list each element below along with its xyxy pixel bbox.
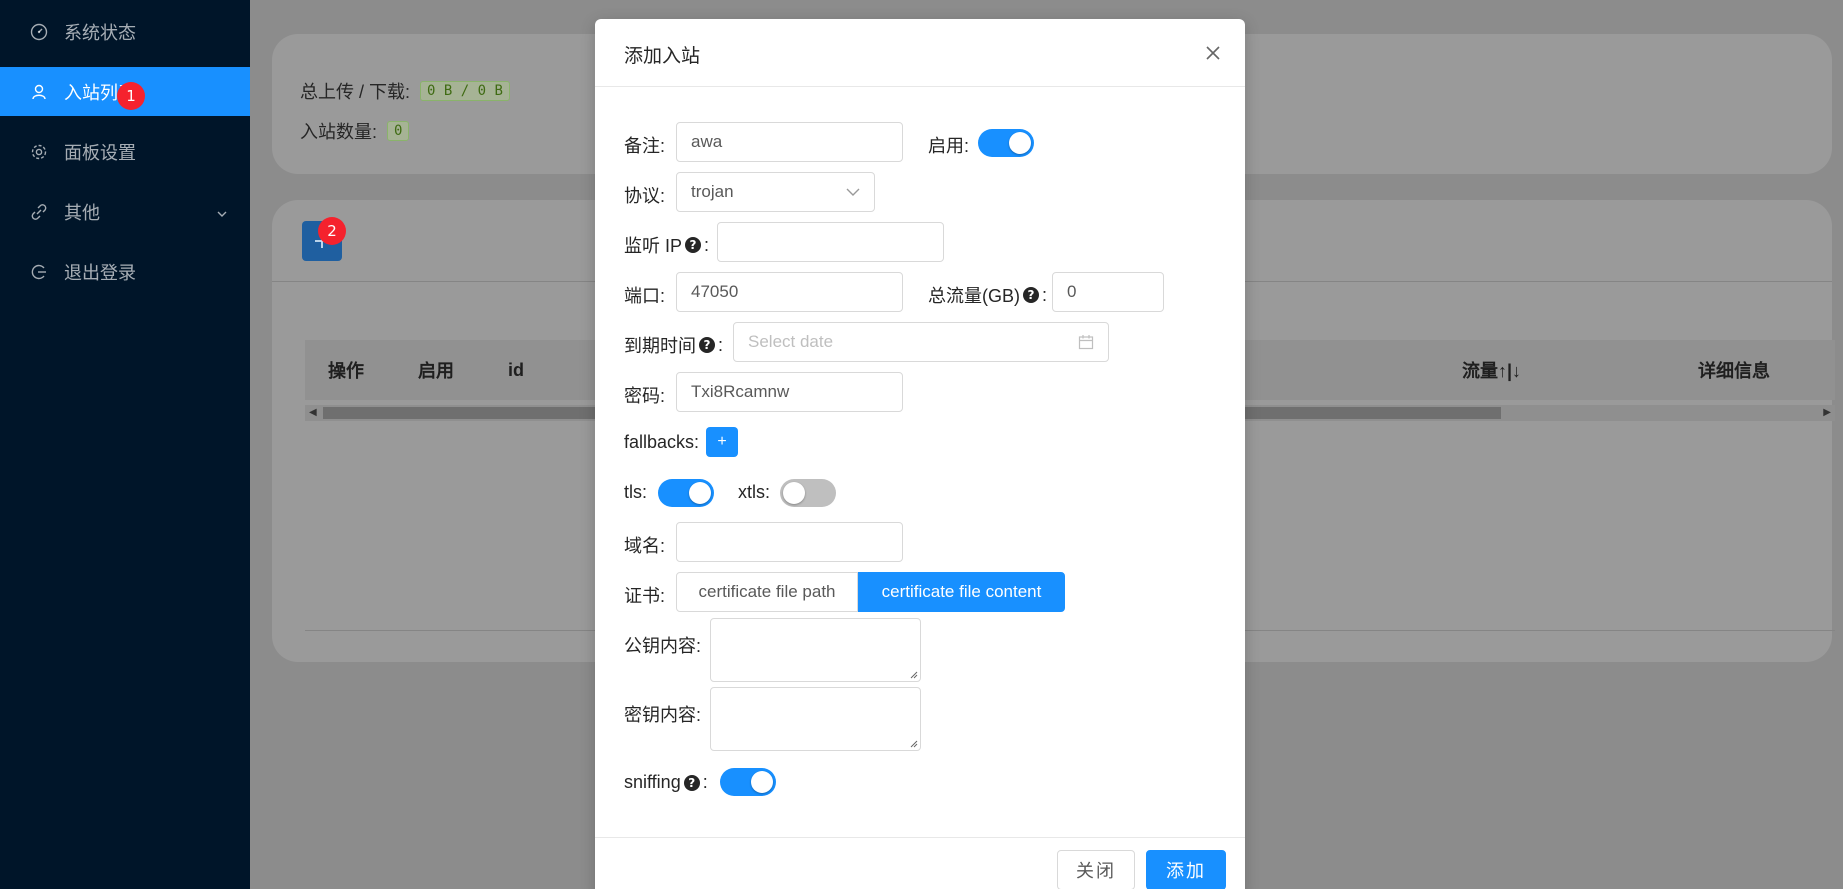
sidebar-item-system-status[interactable]: 系统状态 xyxy=(0,7,250,57)
sidebar-item-label: 系统状态 xyxy=(64,23,136,43)
enable-label: 启用: xyxy=(928,136,970,156)
expiry-label: 到期时间 ? : xyxy=(624,332,723,358)
colon: : xyxy=(1042,284,1048,305)
total-traffic-label: 总流量(GB) ? : xyxy=(928,282,1047,308)
help-icon[interactable]: ? xyxy=(683,774,700,791)
password-label: 密码: xyxy=(624,386,666,406)
column-header-actions[interactable]: 操作 xyxy=(328,357,364,383)
calendar-icon xyxy=(1078,335,1094,350)
column-header-traffic[interactable]: 流量↑|↓ xyxy=(1462,357,1521,383)
add-button[interactable]: 添加 xyxy=(1146,850,1226,889)
chevron-down-icon xyxy=(216,204,228,225)
sniffing-label-text: sniffing xyxy=(624,772,681,792)
close-button[interactable]: 关闭 xyxy=(1057,850,1135,889)
domain-input[interactable] xyxy=(676,522,903,562)
colon: : xyxy=(702,772,708,792)
xtls-label: xtls: xyxy=(738,482,771,502)
chevron-down-icon xyxy=(846,188,860,196)
protocol-select[interactable]: trojan xyxy=(676,172,875,212)
sidebar-item-label: 其他 xyxy=(64,203,100,223)
domain-label: 域名: xyxy=(624,536,666,556)
annotation-marker-2: 2 xyxy=(318,217,346,245)
count-tag: 0 xyxy=(387,121,410,141)
help-icon[interactable]: ? xyxy=(685,237,702,253)
sniffing-switch[interactable] xyxy=(720,768,776,796)
modal-footer-divider xyxy=(595,837,1245,838)
sidebar-item-logout[interactable]: 退出登录 xyxy=(0,247,250,297)
cert-option-file-path[interactable]: certificate file path xyxy=(676,572,858,612)
enable-switch[interactable] xyxy=(978,129,1034,157)
listen-ip-label: 监听 IP ? : xyxy=(624,232,709,258)
colon: : xyxy=(704,234,710,255)
port-label: 端口: xyxy=(624,286,666,306)
expiry-placeholder: Select date xyxy=(748,332,834,351)
protocol-label: 协议: xyxy=(624,186,666,206)
remark-label: 备注: xyxy=(624,136,666,156)
listen-ip-input[interactable] xyxy=(717,222,944,262)
remark-input[interactable]: awa xyxy=(676,122,903,162)
fallbacks-label: fallbacks: xyxy=(624,432,700,452)
scroll-left-icon[interactable]: ◀ xyxy=(309,405,317,421)
public-key-label: 公钥内容: xyxy=(624,636,702,656)
column-header-enable[interactable]: 启用 xyxy=(418,357,454,383)
column-header-id[interactable]: id xyxy=(508,360,524,381)
private-key-textarea[interactable] xyxy=(710,687,921,751)
help-icon[interactable]: ? xyxy=(1023,287,1039,303)
expiry-label-text: 到期时间 xyxy=(624,336,696,356)
protocol-value: trojan xyxy=(691,182,734,201)
public-key-textarea[interactable] xyxy=(710,618,921,682)
total-traffic-label-text: 总流量(GB) xyxy=(928,286,1020,306)
cert-label: 证书: xyxy=(624,586,666,606)
sidebar-item-label: 面板设置 xyxy=(64,143,136,163)
count-stat: 入站数量: 0 xyxy=(300,118,410,144)
link-icon xyxy=(30,203,48,221)
traffic-label: 总上传 / 下载: xyxy=(300,82,411,102)
sidebar: 系统状态 入站列表 1 面板设置 其他 退出登录 xyxy=(0,0,250,889)
traffic-stat: 总上传 / 下载: 0 B / 0 B xyxy=(300,78,510,104)
modal-header: 添加入站 xyxy=(595,19,1245,87)
app-root: 系统状态 入站列表 1 面板设置 其他 退出登录 总上传 / 下载: 0 B /… xyxy=(0,0,1843,889)
password-input[interactable]: Txi8Rcamnw xyxy=(676,372,903,412)
annotation-marker-1: 1 xyxy=(117,82,145,110)
sidebar-item-label: 退出登录 xyxy=(64,263,136,283)
port-input[interactable]: 47050 xyxy=(676,272,903,312)
cert-option-file-content[interactable]: certificate file content xyxy=(858,572,1065,612)
sidebar-item-other[interactable]: 其他 xyxy=(0,187,250,237)
colon: : xyxy=(718,334,724,355)
help-icon[interactable]: ? xyxy=(699,337,715,353)
tls-switch[interactable] xyxy=(658,479,714,507)
count-label: 入站数量: xyxy=(300,122,378,142)
close-icon[interactable] xyxy=(1201,41,1225,65)
sniffing-label: sniffing ? : xyxy=(624,772,708,793)
traffic-tag: 0 B / 0 B xyxy=(420,81,510,101)
sidebar-item-panel-settings[interactable]: 面板设置 xyxy=(0,127,250,177)
user-icon xyxy=(30,83,48,101)
logout-icon xyxy=(30,263,48,281)
column-header-details[interactable]: 详细信息 xyxy=(1698,357,1770,383)
resize-handle-icon[interactable] xyxy=(908,738,918,748)
listen-ip-label-text: 监听 IP xyxy=(624,236,683,256)
tls-label: tls: xyxy=(624,482,648,502)
scroll-right-icon[interactable]: ▶ xyxy=(1823,405,1831,421)
dashboard-icon xyxy=(30,23,48,41)
modal-title: 添加入站 xyxy=(624,46,701,67)
expiry-date-picker[interactable]: Select date xyxy=(733,322,1109,362)
total-traffic-input[interactable]: 0 xyxy=(1052,272,1164,312)
add-fallback-button[interactable]: + xyxy=(706,427,738,457)
resize-handle-icon[interactable] xyxy=(908,669,918,679)
add-inbound-modal: 添加入站 备注: awa 启用: 协议: trojan 监听 IP ? : 端口… xyxy=(595,19,1245,889)
gear-icon xyxy=(30,143,48,161)
xtls-switch[interactable] xyxy=(780,479,836,507)
private-key-label: 密钥内容: xyxy=(624,705,702,725)
